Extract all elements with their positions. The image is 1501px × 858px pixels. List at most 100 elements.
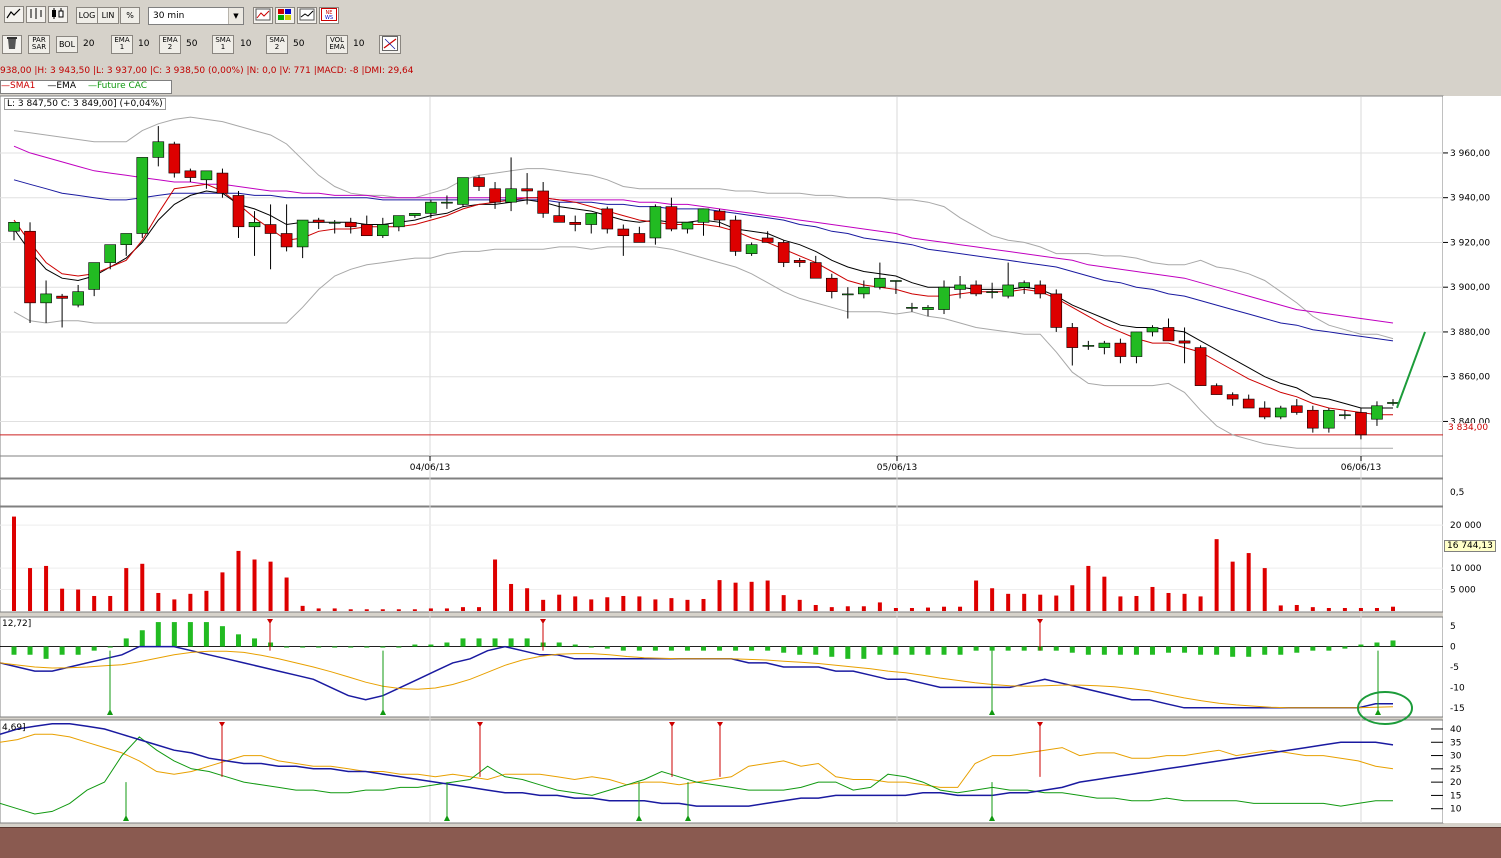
current-price-marker: 3 834,00 (1446, 423, 1491, 433)
macd-panel[interactable] (0, 616, 1444, 718)
candle-down (553, 215, 565, 223)
macd-histogram-bar (1294, 646, 1300, 653)
macd-histogram-bar (107, 646, 113, 648)
macd-histogram-bar (861, 646, 867, 659)
price-panel[interactable] (0, 95, 1444, 457)
candle-up (1082, 345, 1095, 347)
macd-histogram-bar (909, 646, 915, 655)
volume-bar (316, 608, 321, 611)
volume-bar (60, 588, 65, 611)
macd-histogram-bar (781, 646, 787, 653)
macd-histogram-bar (829, 646, 835, 657)
volume-bar (909, 607, 914, 611)
macd-histogram-bar (380, 646, 386, 648)
macd-tick-label: -15 (1450, 704, 1465, 714)
volume-bar (1102, 576, 1107, 611)
candle-up (248, 222, 261, 228)
volume-bar (204, 590, 209, 611)
date-label: 04/06/13 (410, 463, 450, 473)
volume-bar (44, 565, 49, 611)
volume-bar (1022, 593, 1027, 611)
candle-up (1146, 327, 1159, 333)
candle-up (136, 157, 149, 234)
candle-down (1290, 405, 1303, 413)
macd-histogram-bar (989, 646, 995, 651)
macd-histogram-bar (348, 646, 354, 648)
macd-histogram-bar (75, 646, 81, 655)
candle-up (922, 307, 934, 310)
macd-histogram-bar (1085, 646, 1091, 655)
date-axis-strip (0, 455, 1444, 479)
date-label: 05/06/13 (877, 463, 917, 473)
volume-bar (428, 608, 433, 611)
volume-bar (1342, 607, 1347, 611)
volume-bar (236, 550, 241, 611)
macd-histogram-bar (1390, 640, 1396, 647)
volume-bar (92, 595, 97, 611)
volume-bar (733, 582, 738, 611)
macd-tick-label: -10 (1450, 683, 1465, 693)
macd-histogram-bar (364, 646, 370, 648)
candle-up (1018, 282, 1030, 288)
volume-bar (717, 580, 722, 611)
candle-up (1098, 342, 1111, 348)
macd-histogram-bar (765, 646, 771, 651)
candle-down (729, 219, 742, 252)
candle-down (280, 233, 293, 248)
candle-up (649, 206, 662, 239)
volume-bar (1166, 592, 1171, 611)
macd-histogram-bar (1230, 646, 1236, 657)
volume-bar (589, 599, 594, 611)
volume-bar (396, 609, 401, 611)
volume-bar (1214, 539, 1219, 611)
macd-histogram-bar (1374, 642, 1380, 647)
volume-bar (188, 593, 193, 611)
volume-bar (861, 606, 866, 611)
macd-histogram-bar (1246, 646, 1252, 657)
candle-up (1387, 402, 1399, 404)
date-label: 06/06/13 (1341, 463, 1381, 473)
volume-bar (412, 609, 417, 611)
macd-histogram-bar (1069, 646, 1075, 653)
volume-bar (813, 604, 818, 611)
macd-histogram-bar (1053, 646, 1059, 651)
dmi-panel[interactable] (0, 719, 1444, 824)
candle-down (1066, 327, 1079, 348)
chart-canvas[interactable]: 3 840,003 860,003 880,003 900,003 920,00… (0, 0, 1501, 857)
macd-histogram-bar (252, 638, 258, 647)
candle-down (1242, 398, 1255, 409)
status-bar (0, 827, 1501, 858)
candle-up (377, 224, 389, 237)
candle-down (1226, 394, 1239, 400)
macd-histogram-bar (1166, 646, 1172, 653)
volume-bar (1118, 596, 1123, 611)
dmi-tick-label: 20 (1450, 778, 1462, 788)
macd-histogram-bar (1005, 646, 1011, 651)
volume-tick-label: 5 000 (1450, 586, 1476, 596)
candle-down (970, 284, 982, 295)
candle-down (1114, 342, 1127, 357)
macd-histogram-bar (556, 642, 562, 647)
volume-bar (1391, 606, 1395, 611)
macd-histogram-bar (1198, 646, 1204, 655)
volume-bar (509, 583, 514, 611)
macd-histogram-bar (123, 638, 129, 647)
price-tick-label: 3 940,00 (1450, 194, 1490, 204)
macd-histogram-bar (925, 646, 931, 655)
macd-histogram-bar (332, 646, 338, 648)
ohlc-hover-label: L: 3 847,50 C: 3 849,00] (+0,04%) (4, 98, 166, 110)
candle-down (809, 262, 822, 279)
candle-up (874, 277, 886, 288)
macd-histogram-bar (428, 644, 434, 647)
candle-up (457, 177, 469, 205)
candle-down (537, 190, 549, 214)
candle-down (56, 295, 68, 299)
volume-bar (1150, 586, 1155, 611)
volume-bar (925, 607, 930, 611)
candle-down (761, 237, 774, 243)
candle-up (1274, 407, 1287, 418)
candle-down (168, 143, 181, 174)
candle-up (505, 188, 517, 203)
candle-down (521, 188, 533, 192)
macd-histogram-bar (444, 642, 450, 647)
